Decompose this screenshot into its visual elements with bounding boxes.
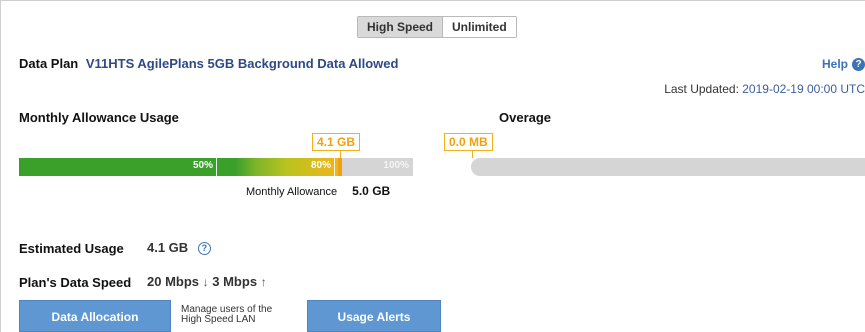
data-plan-name: V11HTS AgilePlans 5GB Background Data Al…	[85, 56, 399, 71]
data-speed-label: Plan's Data Speed	[19, 275, 132, 290]
data-plan-label: Data Plan	[19, 56, 79, 71]
overage-callout: 0.0 MB	[444, 133, 493, 151]
last-updated-value: 2019-02-19 00:00 UTC	[742, 82, 865, 96]
upload-speed: 3 Mbps	[212, 274, 258, 289]
usage-alerts-button[interactable]: Usage Alerts	[307, 300, 441, 332]
estimated-usage-value: 4.1 GB	[147, 240, 189, 255]
last-updated: Last Updated: 2019-02-19 00:00 UTC	[664, 82, 865, 96]
monthly-allowance: Monthly Allowance 5.0 GB	[246, 184, 390, 198]
question-circle-icon[interactable]: ?	[197, 242, 211, 255]
arrow-down-icon: ↓	[202, 275, 209, 289]
overage-title: Overage	[499, 110, 552, 125]
manage-users-note-line2: High Speed LAN	[181, 314, 256, 325]
speed-tabs: High Speed Unlimited	[357, 16, 517, 38]
tick-label-50: 50%	[192, 160, 213, 171]
monthly-allowance-value: 5.0 GB	[352, 184, 391, 198]
download-speed: 20 Mbps	[147, 274, 200, 289]
overage-callout-stem	[472, 151, 473, 158]
usage-callout: 4.1 GB	[312, 133, 361, 151]
monthly-allowance-label: Monthly Allowance	[246, 186, 338, 198]
monthly-usage-marker	[338, 158, 342, 176]
tab-unlimited[interactable]: Unlimited	[443, 17, 516, 37]
estimated-usage-label: Estimated Usage	[19, 241, 124, 256]
tick-label-100: 100%	[383, 160, 409, 171]
estimated-usage-row: 4.1 GB ?	[147, 240, 211, 255]
monthly-allowance-title: Monthly Allowance Usage	[19, 110, 179, 125]
manage-users-note: Manage users of the High Speed LAN	[181, 305, 272, 325]
tab-high-speed[interactable]: High Speed	[358, 17, 444, 37]
help-label[interactable]: Help	[822, 57, 848, 71]
tick-80	[334, 158, 335, 176]
overage-bar	[471, 158, 865, 176]
help-link[interactable]: Help ?	[822, 57, 865, 71]
usage-callout-stem	[340, 151, 341, 158]
tick-label-80: 80%	[310, 160, 331, 171]
arrow-up-icon: ↑	[260, 275, 267, 289]
data-allocation-button[interactable]: Data Allocation	[19, 300, 171, 332]
last-updated-label: Last Updated:	[664, 82, 739, 96]
tick-50	[216, 158, 217, 176]
data-plan-row: Data Plan V11HTS AgilePlans 5GB Backgrou…	[19, 56, 398, 71]
monthly-usage-bar: 50% 80% 100%	[19, 158, 413, 176]
data-speed-row: 20 Mbps ↓ 3 Mbps ↑	[147, 274, 267, 289]
help-icon[interactable]: ?	[852, 57, 865, 71]
